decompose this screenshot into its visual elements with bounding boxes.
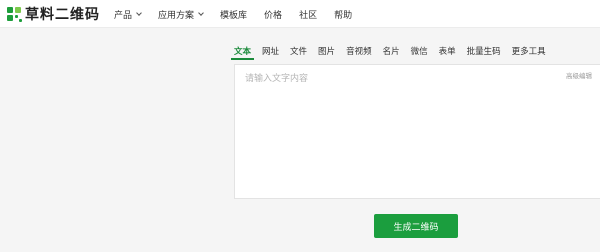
logo[interactable]: 草料二维码 xyxy=(7,5,100,23)
nav-item-products[interactable]: 产品 xyxy=(114,8,142,21)
tab-batch-generate[interactable]: 批量生码 xyxy=(467,45,501,60)
qr-logo-icon xyxy=(7,6,22,22)
text-editor: 高级编辑 xyxy=(234,64,600,199)
nav-item-solutions[interactable]: 应用方案 xyxy=(158,8,204,21)
tab-file[interactable]: 文件 xyxy=(290,45,307,60)
tab-business-card[interactable]: 名片 xyxy=(383,45,400,60)
nav-item-pricing[interactable]: 价格 xyxy=(264,8,282,21)
nav-item-community[interactable]: 社区 xyxy=(299,8,317,21)
tab-form[interactable]: 表单 xyxy=(439,45,456,60)
main-nav: 产品 应用方案 模板库 价格 社区 帮助 xyxy=(114,0,369,28)
tab-image[interactable]: 图片 xyxy=(318,45,335,60)
nav-item-label: 社区 xyxy=(299,10,318,21)
tab-wechat[interactable]: 微信 xyxy=(411,45,428,60)
nav-item-label: 产品 xyxy=(114,10,133,21)
tab-text[interactable]: 文本 xyxy=(230,45,255,60)
nav-item-label: 帮助 xyxy=(334,10,353,21)
nav-item-label: 模板库 xyxy=(220,10,248,21)
content-type-tabs: 文本 网址 文件 图片 音视频 名片 微信 表单 批量生码 更多工具 xyxy=(230,45,557,61)
advanced-edit-link[interactable]: 高级编辑 xyxy=(566,70,592,80)
text-content-input[interactable] xyxy=(235,65,600,198)
chevron-down-icon xyxy=(136,9,142,16)
top-header: 草料二维码 产品 应用方案 模板库 价格 社区 帮助 xyxy=(0,0,600,28)
nav-item-templates[interactable]: 模板库 xyxy=(220,8,247,21)
nav-item-help[interactable]: 帮助 xyxy=(334,8,352,21)
tab-audio-video[interactable]: 音视频 xyxy=(346,45,372,60)
nav-item-label: 应用方案 xyxy=(158,10,195,21)
nav-item-label: 价格 xyxy=(264,10,283,21)
tab-more-tools[interactable]: 更多工具 xyxy=(512,45,546,60)
main-content: 文本 网址 文件 图片 音视频 名片 微信 表单 批量生码 更多工具 高级编辑 … xyxy=(0,28,600,252)
generate-qr-button[interactable]: 生成二维码 xyxy=(374,214,458,238)
chevron-down-icon xyxy=(198,9,204,16)
tab-url[interactable]: 网址 xyxy=(262,45,279,60)
logo-text: 草料二维码 xyxy=(25,7,100,23)
